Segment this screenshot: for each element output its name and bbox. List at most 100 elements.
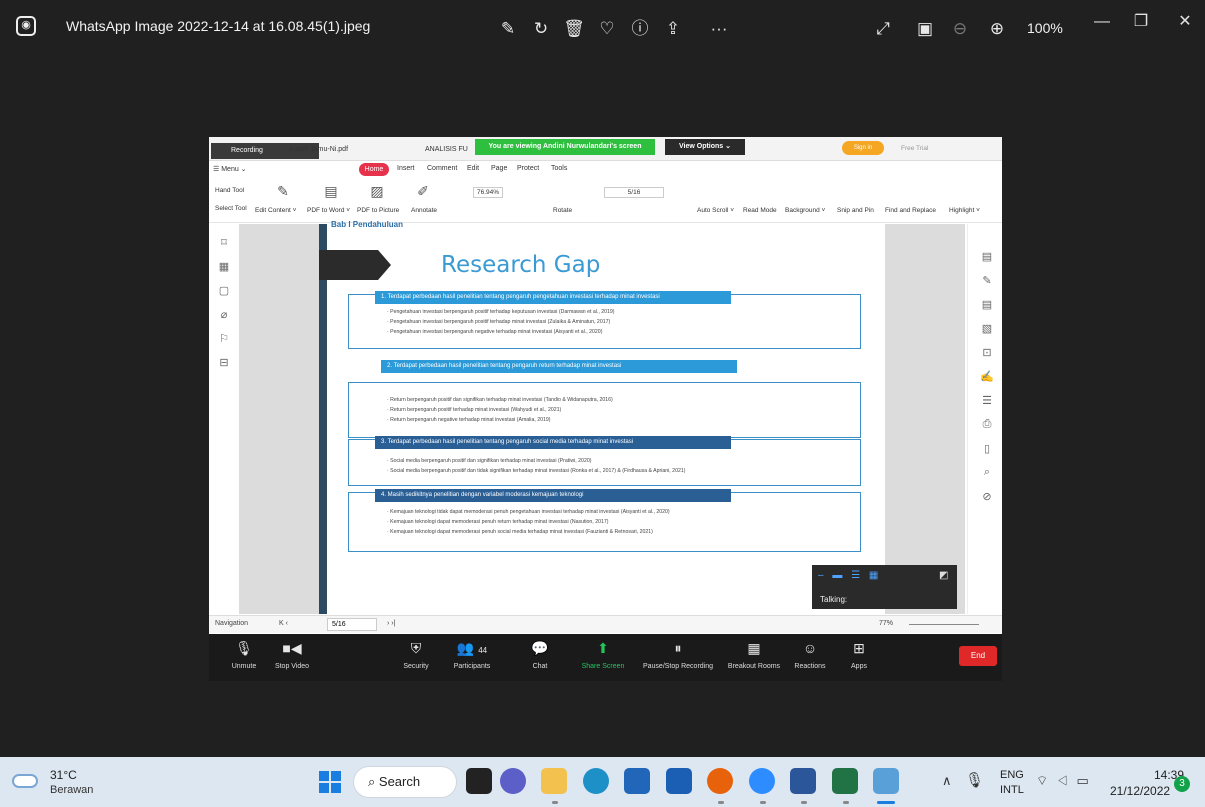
word-icon[interactable] <box>790 768 816 794</box>
task-view-icon[interactable] <box>466 768 492 794</box>
side-tool-icon[interactable]: ▧ <box>980 322 994 335</box>
pdf-to-word-button[interactable]: PDF to Word ˅ <box>307 207 350 214</box>
zoom-out-icon[interactable]: ⊖ <box>947 16 973 42</box>
firefox-icon[interactable] <box>707 768 733 794</box>
weather-temperature[interactable]: 31°C <box>50 768 77 782</box>
tab-pdf[interactable]: Kuliah Tamu-Ni.pdf <box>289 141 348 159</box>
side-tool-icon[interactable]: ⊡ <box>980 346 994 359</box>
edit-content-button[interactable]: Edit Content ˅ <box>255 207 296 214</box>
zoom-select[interactable]: 76.94% <box>473 187 504 198</box>
menu-home[interactable]: Home <box>359 163 389 176</box>
excel-icon[interactable] <box>832 768 858 794</box>
side-tool-icon[interactable]: ☰ <box>980 394 994 407</box>
info-icon[interactable]: ⓘ <box>627 16 653 42</box>
clock-date[interactable]: 21/12/2022 <box>1110 784 1170 798</box>
side-tool-icon[interactable]: ✎ <box>980 274 994 287</box>
auto-scroll-button[interactable]: Auto Scroll ˅ <box>697 207 734 214</box>
fit-window-icon[interactable]: ▣ <box>912 16 938 42</box>
free-trial-link[interactable]: Free Trial <box>901 145 928 152</box>
gap-box-3-line: · Social media berpengaruh positif dan s… <box>387 458 592 464</box>
share-icon[interactable]: ⇪ <box>660 16 686 42</box>
store-icon[interactable] <box>624 768 650 794</box>
thumbnail-icon[interactable]: ▦ <box>218 260 230 273</box>
side-tool-icon[interactable]: ✍ <box>980 370 994 383</box>
view-options-button[interactable]: View Options ⌄ <box>665 139 745 155</box>
taskbar-search[interactable]: ⌕ Search <box>353 766 457 798</box>
edit-image-icon[interactable]: ✎ <box>495 16 521 42</box>
bookmark-icon[interactable]: ⌑ <box>218 236 230 249</box>
teams-chat-icon[interactable] <box>500 768 526 794</box>
chevron-up-icon[interactable]: ∧ <box>942 773 952 789</box>
next-page-icons[interactable]: › ›| <box>387 620 395 627</box>
photos-icon[interactable] <box>873 768 899 794</box>
input-language[interactable]: ENG <box>1000 769 1024 781</box>
stop-video-button[interactable]: ■◀ Stop Video <box>257 634 327 681</box>
start-button[interactable] <box>319 771 341 793</box>
snip-pin-button[interactable]: Snip and Pin <box>837 207 874 214</box>
print-icon[interactable]: ⎙ <box>980 418 994 431</box>
menu-item[interactable]: ☰ Menu ⌄ <box>213 165 247 173</box>
minimize-button[interactable]: — <box>1087 10 1117 34</box>
tab-analisis[interactable]: ANALISIS FU <box>425 141 468 159</box>
panel-view-icons[interactable]: – ▬ ☰ ▦ <box>818 570 881 581</box>
find-replace-button[interactable]: Find and Replace <box>885 207 936 214</box>
zoom-slider[interactable] <box>909 624 979 625</box>
file-explorer-icon[interactable] <box>541 768 567 794</box>
search-label: Search <box>378 774 421 789</box>
comment-icon[interactable]: ▢ <box>218 284 230 297</box>
menu-insert[interactable]: Insert <box>397 165 415 172</box>
favorite-icon[interactable]: ♡ <box>594 16 620 42</box>
search-icon[interactable]: ⌕ <box>980 466 994 479</box>
layers-icon[interactable]: ⊟ <box>218 356 230 369</box>
restore-button[interactable]: ❐ <box>1126 10 1156 34</box>
microphone-icon[interactable]: 🎙 <box>965 771 984 789</box>
close-button[interactable]: ✕ <box>1170 10 1200 34</box>
menu-edit[interactable]: Edit <box>467 165 479 172</box>
wifi-volume-battery-icons[interactable]: ⌔◁▭ <box>1036 773 1097 789</box>
side-tool-icon[interactable]: ▤ <box>980 250 994 263</box>
select-tool[interactable]: Select Tool <box>215 205 247 212</box>
edge-icon[interactable] <box>583 768 609 794</box>
input-layout[interactable]: INTL <box>1000 784 1024 796</box>
page-input[interactable]: 5/16 <box>604 187 664 198</box>
fullscreen-icon[interactable]: ⤢ <box>870 16 896 42</box>
rotate-button[interactable]: Rotate <box>553 207 572 214</box>
annotate-button[interactable]: Annotate <box>411 207 437 214</box>
zoom-app-icon[interactable] <box>749 768 775 794</box>
slide-page: Bab I Pendahuluan Research Gap 1. Terdap… <box>319 220 885 614</box>
end-meeting-button[interactable]: End <box>959 646 997 666</box>
rotate-icon[interactable]: ↻ <box>528 16 554 42</box>
sign-in-button[interactable]: Sign in <box>842 141 884 155</box>
hand-tool[interactable]: Hand Tool <box>215 187 244 194</box>
apps-button[interactable]: ⊞ Apps <box>824 634 894 681</box>
page-number-input[interactable]: 5/16 <box>327 618 377 631</box>
background-button[interactable]: Background ˅ <box>785 207 825 214</box>
menu-page[interactable]: Page <box>491 165 507 172</box>
side-tool-icon[interactable]: ▤ <box>980 298 994 311</box>
share-screen-button[interactable]: ⬆ Share Screen <box>565 634 641 681</box>
pdf-to-picture-button[interactable]: PDF to Picture <box>357 207 399 214</box>
panel-expand-icon[interactable]: ◩ <box>939 570 948 581</box>
mail-icon[interactable] <box>666 768 692 794</box>
highlight-button[interactable]: Highlight ˅ <box>949 207 980 214</box>
read-mode-button[interactable]: Read Mode <box>743 207 777 214</box>
weather-description[interactable]: Berawan <box>50 784 93 796</box>
menu-protect[interactable]: Protect <box>517 165 539 172</box>
nav-zoom-level[interactable]: 77% <box>879 620 893 627</box>
menu-tools[interactable]: Tools <box>551 165 567 172</box>
zoom-meeting-image: Recording Kuliah Tamu-Ni.pdf ANALISIS FU… <box>209 137 1002 681</box>
delete-icon[interactable]: 🗑 <box>561 16 587 42</box>
cloud-icon[interactable] <box>12 774 38 788</box>
participants-button[interactable]: 👥 44 Participants <box>437 634 507 681</box>
attachment-icon[interactable]: ⌀ <box>218 308 230 321</box>
signature-icon[interactable]: ⚐ <box>218 332 230 345</box>
navigation-button[interactable]: Navigation <box>215 620 248 627</box>
pause-recording-button[interactable]: ⏸ Pause/Stop Recording <box>633 634 723 681</box>
more-icon[interactable]: ··· <box>706 16 732 42</box>
help-icon[interactable]: ⊘ <box>980 490 994 503</box>
side-tool-icon[interactable]: ▯ <box>980 442 994 455</box>
prev-page-icons[interactable]: K ‹ <box>279 620 288 627</box>
zoom-in-icon[interactable]: ⊕ <box>984 16 1010 42</box>
menu-comment[interactable]: Comment <box>427 165 457 172</box>
notification-badge[interactable]: 3 <box>1174 776 1190 792</box>
